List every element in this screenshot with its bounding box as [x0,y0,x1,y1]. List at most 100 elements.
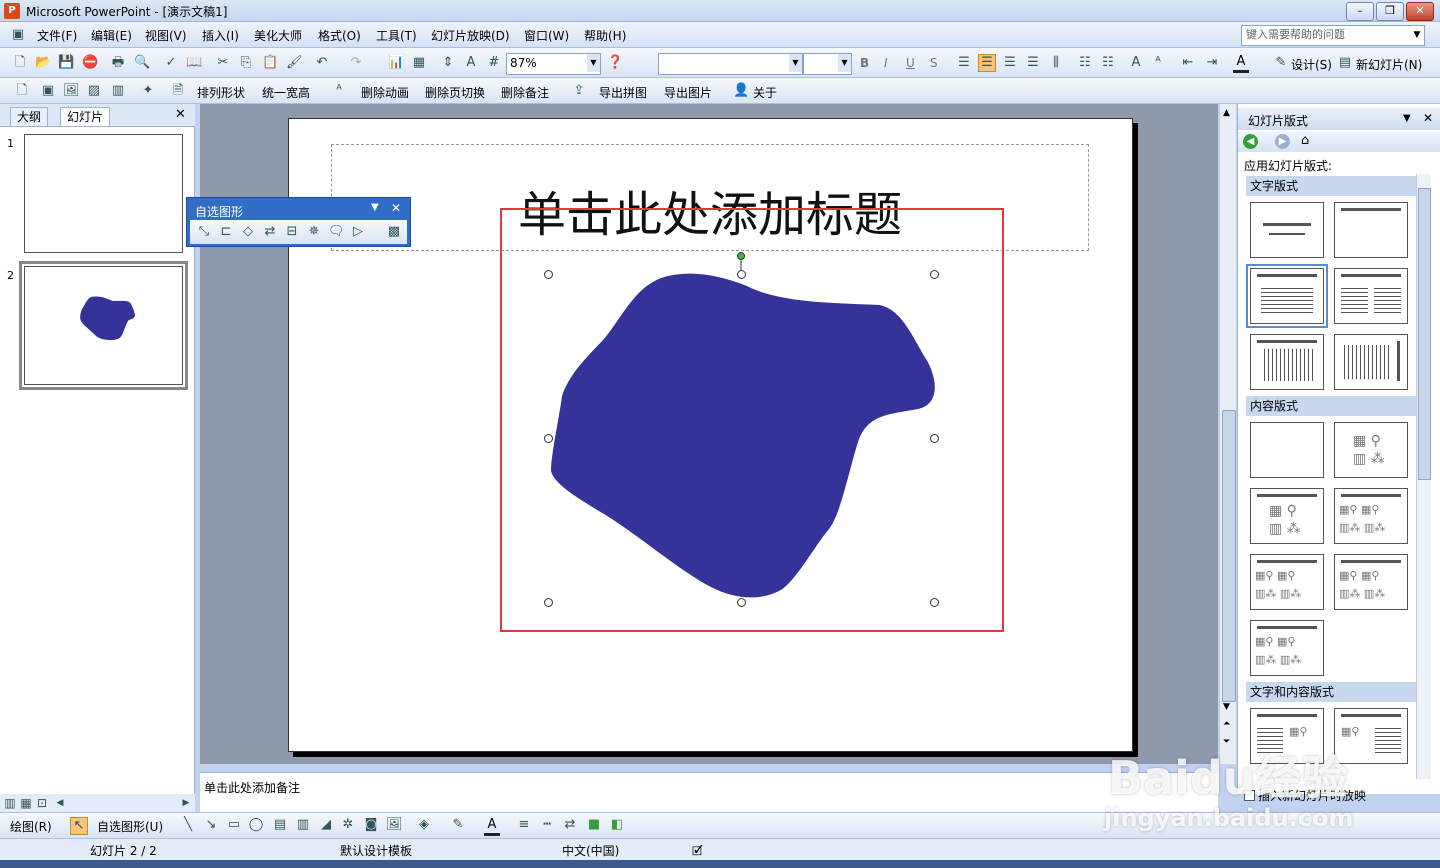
remove-notes-button[interactable]: 删除备注 [501,84,549,101]
layout-two-column-text[interactable] [1334,268,1408,324]
flowchart-icon[interactable]: ⊟ [284,224,300,240]
autoshapes-floating-toolbar[interactable]: 自选图形 ▼ ✕ ⤡ ⊏ ◇ ⇄ ⊟ ✵ 🗨 ▷ ▩ [186,197,411,247]
close-icon[interactable]: ✕ [1423,111,1433,125]
resize-handle-w[interactable] [544,434,553,443]
export-images-button[interactable]: 导出图片 [664,84,712,101]
spelling-icon[interactable]: ✓ [163,55,179,71]
diagram-icon[interactable]: ✲ [340,817,356,833]
grid-icon[interactable]: # [486,55,502,71]
layout-vertical-text[interactable] [1334,334,1408,390]
cut-icon[interactable]: ✂ [215,55,231,71]
resize-handle-e[interactable] [930,434,939,443]
redo-icon[interactable]: ↷ [348,55,364,71]
expand-all-icon[interactable]: ⇕ [440,55,456,71]
callouts-icon[interactable]: 🗨 [328,224,345,240]
insert-clipart-icon[interactable]: ▨ [86,83,102,99]
connectors-shape-icon[interactable]: ⊏ [218,224,234,240]
font-color-icon[interactable]: A [1233,54,1249,73]
insert-textbox-icon[interactable]: ▣ [40,83,56,99]
taskpane-scroll-thumb[interactable] [1418,188,1431,480]
menu-edit[interactable]: 编辑(E) [91,27,132,44]
resize-handle-ne[interactable] [930,270,939,279]
resize-handle-se[interactable] [930,598,939,607]
notes-pane[interactable]: 单击此处添加备注 [200,772,1218,812]
justify-icon[interactable]: ☰ [1025,55,1041,71]
layout-title-content-two[interactable]: ▦⚲ ▦⚲ ▥⁂ ▥⁂ [1250,554,1324,610]
layout-title-content[interactable]: ▦ ⚲ ▥ ⁂ [1250,488,1324,544]
design-button[interactable]: 设计(S) [1291,56,1332,73]
numbering-icon[interactable]: ☷ [1077,55,1093,71]
menu-view[interactable]: 视图(V) [145,27,187,44]
help-search-input[interactable]: 键入需要帮助的问题 ▼ [1241,25,1425,46]
zoom-combo[interactable]: 87% ▼ [506,53,601,75]
menu-tools[interactable]: 工具(T) [376,27,417,44]
tab-outline[interactable]: 大纲 [10,107,49,126]
new-icon[interactable]: 🗋 [12,55,28,71]
export-tiles-button[interactable]: 导出拼图 [599,84,647,101]
layout-title-two-content[interactable]: ▦⚲ ▦⚲ ▥⁂ ▥⁂ [1334,488,1408,544]
menu-beautify[interactable]: 美化大师 [254,27,302,44]
chevron-down-icon[interactable]: ▼ [1403,113,1411,124]
magic-icon[interactable]: ✦ [140,83,156,99]
line-color-icon[interactable]: ✎ [450,817,466,833]
oval-tool-icon[interactable]: ◯ [248,817,264,833]
copy-icon[interactable]: ⎘ [238,55,254,71]
menu-window[interactable]: 窗口(W) [524,27,569,44]
layout-title-two-content-alt[interactable]: ▦⚲ ▦⚲ ▥⁂ ▥⁂ [1334,554,1408,610]
lines-shape-icon[interactable]: ⤡ [196,224,212,240]
scroll-up-icon[interactable]: ▲ [1223,108,1230,118]
slideshow-icon[interactable]: ⊡ [34,795,50,811]
shadow-button[interactable]: S [930,56,938,70]
menu-help[interactable]: 帮助(H) [584,27,626,44]
close-icon[interactable]: ✕ [391,201,401,215]
minimize-button[interactable]: – [1346,2,1374,21]
forward-icon[interactable]: ▶ [1275,134,1290,149]
3d-style-icon[interactable]: ◧ [609,817,625,833]
taskpane-scrollbar[interactable] [1416,174,1431,779]
print-preview-icon[interactable]: 🔍 [134,55,150,71]
insert-table-icon[interactable]: ▥ [110,83,126,99]
decrease-font-icon[interactable]: ᴬ [1150,55,1166,71]
canvas-scrollbar[interactable]: ▲ ▼ ⏶ ⏷ [1219,104,1236,764]
scroll-left-icon[interactable]: ◀ [52,795,68,811]
slide[interactable]: 单击此处添加标题 [288,118,1133,752]
chart-icon[interactable]: 📊 [388,55,404,71]
doc-icon[interactable]: 🗎 [170,83,186,99]
underline-button[interactable]: U [906,56,915,70]
italic-button[interactable]: I [884,56,888,70]
print-icon[interactable]: 🖶 [110,55,126,71]
chevron-down-icon[interactable]: ▼ [838,54,851,72]
line-style-icon[interactable]: ≡ [516,817,532,833]
prev-slide-icon[interactable]: ⏶ [1223,719,1230,729]
back-icon[interactable]: ◀ [1243,134,1258,149]
scroll-down-icon[interactable]: ▼ [1223,702,1230,712]
slide-thumbnail-2[interactable] [19,261,188,390]
save-icon[interactable]: 💾 [58,55,74,71]
font-name-combo[interactable]: ▼ [658,53,803,75]
font-size-combo[interactable]: ▼ [803,53,852,75]
paste-icon[interactable]: 📋 [262,55,278,71]
layout-title-slide[interactable] [1250,202,1324,258]
align-right-icon[interactable]: ☰ [1002,55,1018,71]
basic-shapes-icon[interactable]: ◇ [240,224,256,240]
format-painter-icon[interactable]: 🖌 [286,55,303,71]
vertical-textbox-icon[interactable]: ▥ [295,817,311,833]
table-icon[interactable]: ▦ [411,55,427,71]
scrollbar-thumb[interactable] [1222,410,1236,702]
undo-icon[interactable]: ↶ [314,55,330,71]
home-icon[interactable]: ⌂ [1301,133,1309,148]
layout-title-four-content[interactable]: ▦⚲ ▦⚲ ▥⁂ ▥⁂ [1250,620,1324,676]
arrange-shapes-button[interactable]: 排列形状 [197,84,245,101]
chevron-down-icon[interactable]: ▼ [1410,26,1424,43]
normal-view-icon[interactable]: ▥ [2,795,18,811]
action-buttons-icon[interactable]: ▷ [350,224,366,240]
layout-title-text[interactable] [1246,264,1328,328]
select-arrow-icon[interactable]: ↖ [70,817,88,835]
insert-page-icon[interactable]: 🗋 [14,83,30,99]
close-button[interactable]: ✕ [1406,2,1434,21]
new-slide-icon[interactable]: ▤ [1337,55,1353,71]
resize-handle-s[interactable] [737,598,746,607]
menu-slideshow[interactable]: 幻灯片放映(D) [431,27,510,44]
more-autoshapes-icon[interactable]: ▩ [386,224,402,240]
chevron-down-icon[interactable]: ▼ [371,202,379,213]
